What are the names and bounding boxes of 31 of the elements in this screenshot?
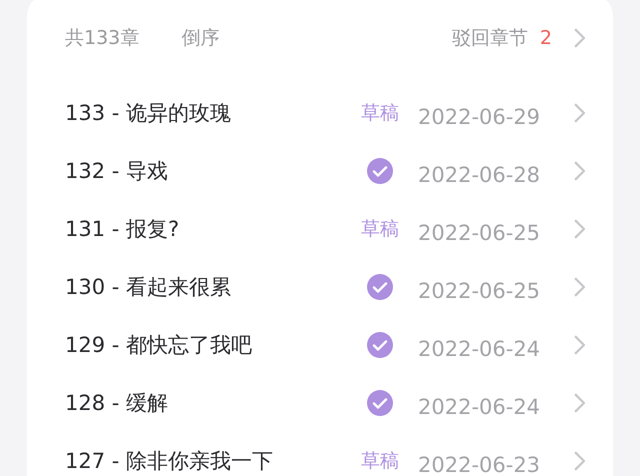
chapter-title[interactable]: 127 - 除非你亲我一下 [65, 447, 350, 475]
chevron-right-icon[interactable] [574, 393, 585, 413]
check-circle-icon [367, 332, 393, 358]
check-circle-icon [367, 158, 393, 184]
check-circle-icon [367, 390, 393, 416]
chevron-right-icon[interactable] [574, 451, 585, 471]
chevron-right-icon[interactable] [574, 103, 585, 123]
chapter-title[interactable]: 129 - 都快忘了我吧 [65, 331, 350, 359]
rejected-count: 2 [540, 27, 552, 49]
chapter-title[interactable]: 131 - 报复? [65, 215, 350, 243]
chapter-date: 2022-06-24 [418, 336, 542, 361]
chapter-title[interactable]: 130 - 看起来很累 [65, 273, 350, 301]
chapter-title[interactable]: 128 - 缓解 [65, 389, 350, 417]
draft-label: 草稿 [361, 217, 399, 242]
chevron-right-icon[interactable] [574, 219, 585, 239]
chapter-title[interactable]: 132 - 导戏 [65, 157, 350, 185]
chevron-right-icon[interactable] [574, 161, 585, 181]
draft-label: 草稿 [361, 101, 399, 126]
chevron-right-icon[interactable] [574, 277, 585, 297]
chapter-date: 2022-06-24 [418, 394, 542, 419]
chapter-date: 2022-06-25 [418, 220, 542, 245]
chapter-title[interactable]: 133 - 诡异的玫瑰 [65, 99, 350, 127]
check-circle-icon [367, 274, 393, 300]
chapter-date: 2022-06-25 [418, 278, 542, 303]
chapter-date: 2022-06-29 [418, 104, 542, 129]
chevron-right-icon[interactable] [574, 28, 585, 48]
draft-label: 草稿 [361, 449, 399, 474]
chapter-count: 共133章 [65, 26, 140, 51]
chevron-right-icon[interactable] [574, 335, 585, 355]
chapter-date: 2022-06-28 [418, 162, 542, 187]
chapter-date: 2022-06-23 [418, 452, 542, 476]
